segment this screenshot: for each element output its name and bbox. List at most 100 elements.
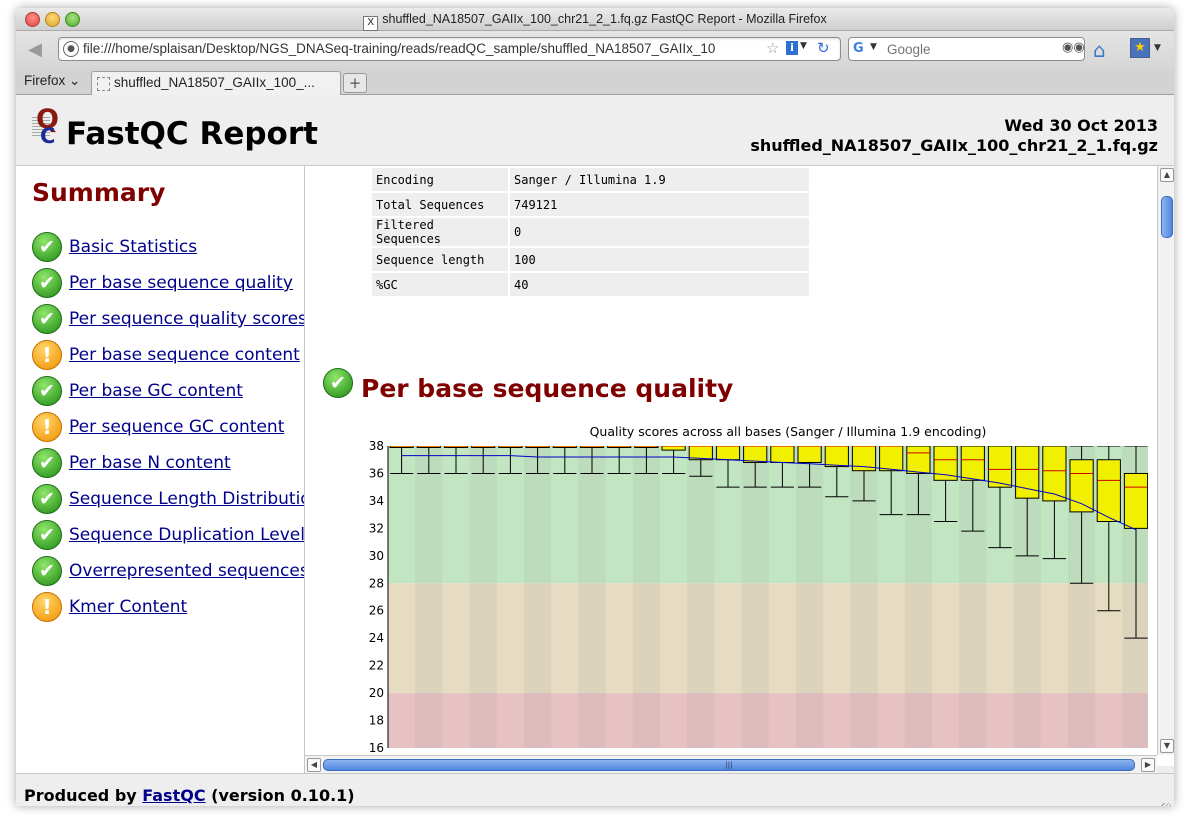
home-icon[interactable]: ⌂ [1093,38,1106,62]
column-stripe [632,446,660,748]
back-arrow-icon[interactable]: ◀ [24,39,46,61]
summary-title: Summary [32,178,166,207]
search-box[interactable]: G ▼ ◉◉ [848,37,1085,61]
summary-link[interactable]: Per base GC content [69,381,243,401]
horizontal-scrollbar[interactable]: ◀ ||| ▶ [305,755,1157,773]
report-filename: shuffled_NA18507_GAIIx_100_chr21_2_1.fq.… [750,136,1158,155]
summary-link[interactable]: Per base sequence content [69,345,300,365]
addon-dropdown-icon[interactable]: ▼ [1154,43,1161,53]
plot-area [388,446,1148,748]
box-iqr [879,446,904,472]
binoculars-icon[interactable]: ◉◉ [1062,40,1085,55]
stats-value: 749121 [510,193,809,216]
quality-zone-band [877,693,906,748]
addon-toolbar-icon[interactable]: ★ [1130,38,1150,58]
y-tick-label: 24 [369,631,384,645]
scroll-down-arrow-icon[interactable]: ▼ [1160,739,1174,753]
history-dropdown-icon[interactable]: ▼ [800,41,807,51]
y-tick-label: 36 [369,466,384,480]
vertical-scroll-thumb[interactable] [1161,196,1173,238]
quality-zone-band [714,693,743,748]
scroll-right-arrow-icon[interactable]: ▶ [1141,758,1155,772]
y-tick-label: 28 [369,576,384,590]
stats-value: Sanger / Illumina 1.9 [510,168,809,191]
basic-stats-table: Encoding Sanger / Illumina 1.9 Total Seque… [370,166,811,298]
new-tab-button[interactable]: + [343,73,367,93]
window-title-text: shuffled_NA18507_GAIIx_100_chr21_2_1.fq.… [382,12,827,26]
logo-c-glyph: C [40,124,56,148]
url-input[interactable]: file:///home/splaisan/Desktop/NGS_DNASeq… [83,41,763,57]
tab-bar: Firefox ⌄ shuffled_NA18507_GAIIx_100_...… [16,69,1174,95]
box-iqr [1123,472,1148,529]
quality-zone-band [1040,693,1069,748]
quality-zone-band [605,583,634,694]
quality-zone-band [932,583,960,694]
info-icon[interactable]: i [786,41,798,55]
footer-prefix: Produced by [24,786,143,805]
pass-check-icon: ✔ [32,484,62,514]
summary-link[interactable]: Basic Statistics [69,237,197,257]
url-bar[interactable]: ● file:///home/splaisan/Desktop/NGS_DNAS… [58,37,841,61]
report-footer: Produced by FastQC (version 0.10.1) [16,773,1174,806]
reload-icon[interactable]: ↻ [817,39,830,57]
report-header: Q C FastQC Report Wed 30 Oct 2013 shuffl… [16,95,1174,166]
navigation-toolbar: ◀ ● file:///home/splaisan/Desktop/NGS_DN… [16,31,1174,69]
tab-label: shuffled_NA18507_GAIIx_100_... [114,75,315,90]
stats-row: Encoding Sanger / Illumina 1.9 [372,168,809,191]
quality-zone-band [986,583,1015,694]
column-stripe [796,446,824,748]
scroll-left-arrow-icon[interactable]: ◀ [307,758,321,772]
quality-zone-band [551,583,579,694]
scroll-up-arrow-icon[interactable]: ▲ [1160,168,1174,182]
engine-dropdown-icon[interactable]: ▼ [870,42,877,52]
bookmark-star-icon[interactable]: ☆ [766,39,779,57]
page-favicon-icon [97,77,110,91]
quality-zone-band [823,693,851,748]
pass-check-icon: ✔ [32,304,62,334]
fastqc-logo: Q C [32,104,62,148]
tab-report[interactable]: shuffled_NA18507_GAIIx_100_... [91,71,341,95]
pass-check-icon: ✔ [32,376,62,406]
quality-zone-band [388,693,416,748]
section-title: Per base sequence quality [361,374,734,403]
fastqc-link[interactable]: FastQC [142,786,205,805]
column-stripe [415,446,443,748]
report-main[interactable]: Encoding Sanger / Illumina 1.9 Total Seque… [305,166,1157,755]
pass-check-icon: ✔ [32,232,62,262]
warning-icon: ! [32,592,62,622]
pass-check-icon: ✔ [323,368,353,398]
vertical-scrollbar[interactable]: ▲ ▼ [1157,166,1174,755]
box-iqr [1096,459,1121,522]
summary-link[interactable]: Kmer Content [69,597,187,617]
browser-window: Xshuffled_NA18507_GAIIx_100_chr21_2_1.fq… [16,8,1174,806]
y-tick-label: 34 [369,494,384,508]
quality-zone-band [605,693,634,748]
summary-link[interactable]: Per sequence quality scores [69,309,304,329]
firefox-menu-button[interactable]: Firefox ⌄ [24,73,80,89]
box-iqr [661,446,686,451]
resize-grip-icon[interactable] [1161,803,1171,806]
column-stripe [741,446,769,748]
horizontal-scroll-thumb[interactable]: ||| [323,759,1135,771]
stats-key: Total Sequences [372,193,508,216]
summary-link[interactable]: Per sequence GC content [69,417,284,437]
summary-link[interactable]: Sequence Duplication Levels [69,525,304,545]
quality-zone-band [986,693,1015,748]
pass-check-icon: ✔ [32,520,62,550]
summary-link[interactable]: Per base sequence quality [69,273,293,293]
y-tick-label: 20 [369,686,384,700]
site-identity-icon[interactable]: ● [63,41,79,57]
google-engine-icon[interactable]: G [853,41,868,56]
column-stripe [469,446,497,748]
quality-zone-band [551,693,579,748]
warning-icon: ! [32,340,62,370]
summary-link[interactable]: Per base N content [69,453,231,473]
summary-link[interactable]: Overrepresented sequences [69,561,304,581]
footer-text: Produced by FastQC (version 0.10.1) [24,786,355,805]
summary-link[interactable]: Sequence Length Distribution [69,489,304,509]
search-input[interactable] [885,40,1059,59]
firefox-menu-label: Firefox [24,73,66,88]
summary-sidebar: Summary ✔ Basic Statistics ✔ Per base seque… [16,166,305,773]
box-iqr [770,446,795,463]
stats-row: Total Sequences 749121 [372,193,809,216]
